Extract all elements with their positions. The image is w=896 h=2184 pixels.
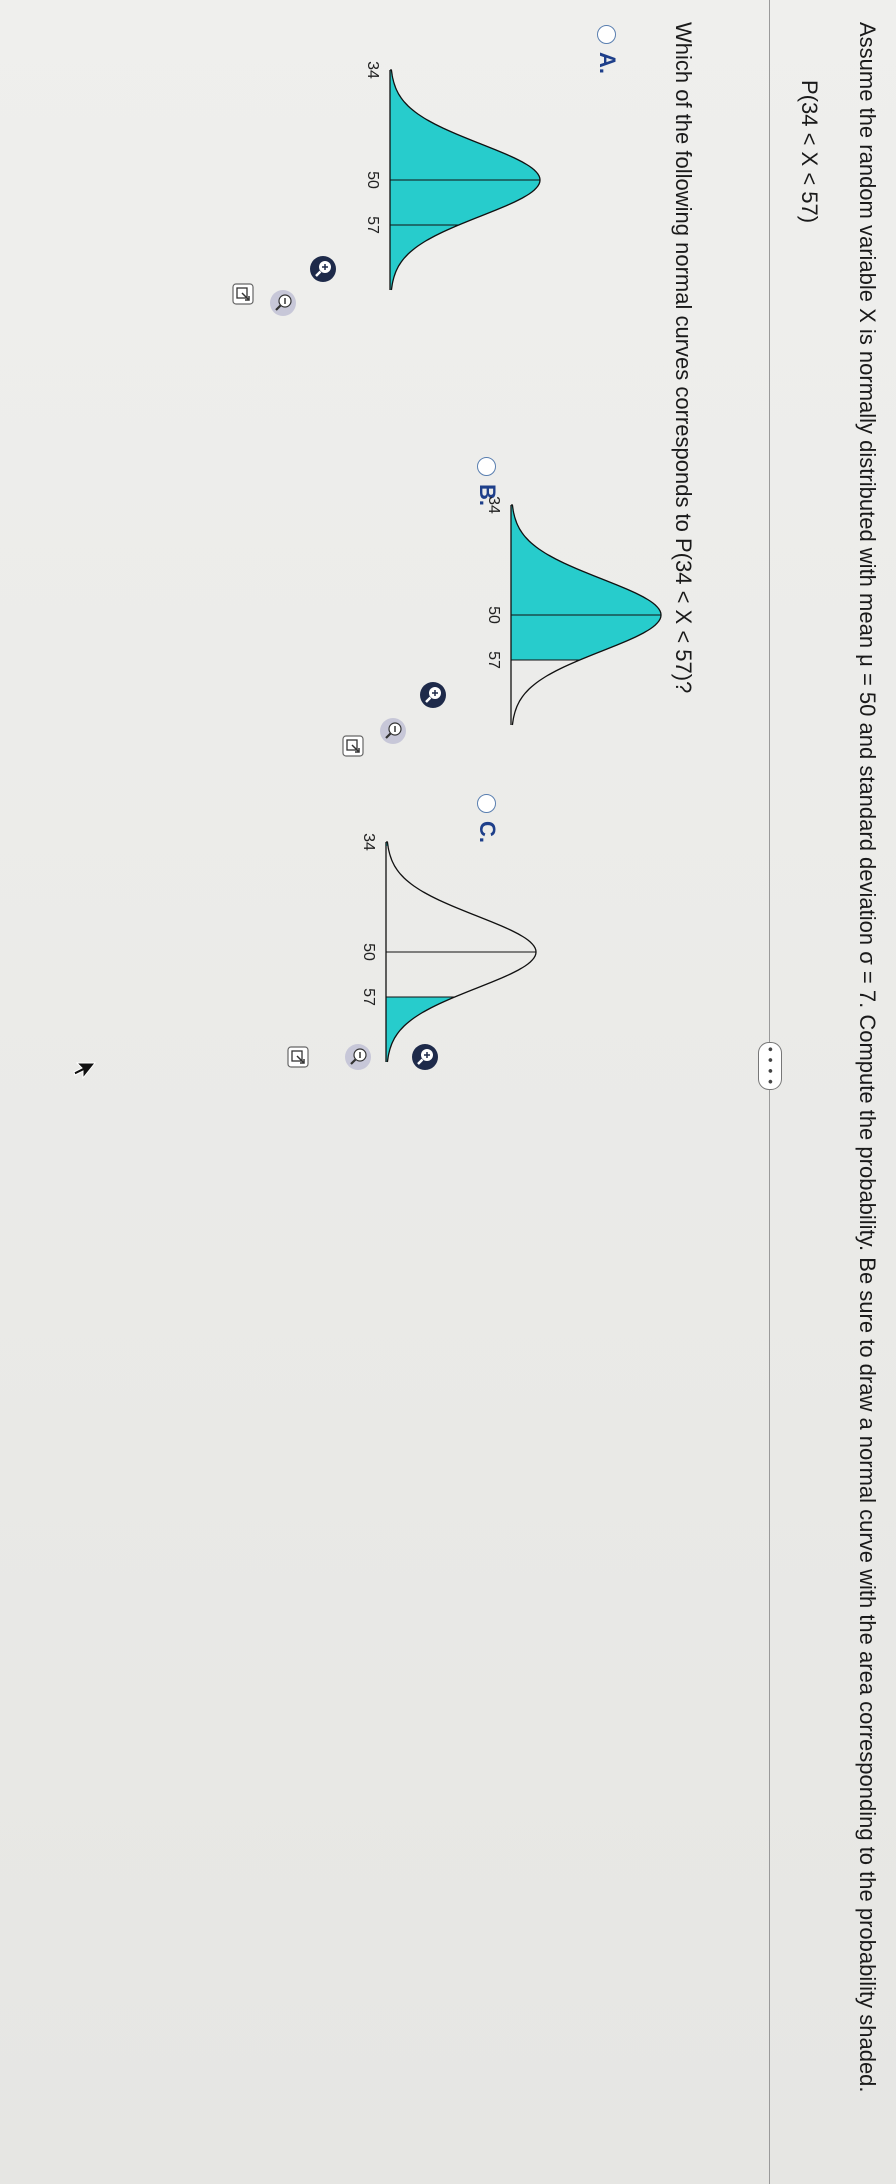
- zoom-out-icon: [270, 290, 296, 316]
- normal-curve-c: 34 50 57: [360, 833, 537, 1063]
- expand-button-c[interactable]: [285, 1044, 311, 1070]
- expand-icon: [287, 1046, 309, 1068]
- tick-label: 57: [485, 651, 502, 669]
- tick-label: 34: [360, 833, 377, 851]
- zoom-out-icon: [380, 718, 406, 744]
- shaded-region: [511, 505, 661, 660]
- radio-option-c[interactable]: [477, 794, 497, 813]
- zoom-out-button-b[interactable]: [380, 718, 406, 744]
- zoom-out-icon: [345, 1044, 371, 1070]
- question-text: Assume the random variable X is normally…: [855, 22, 880, 2093]
- expand-icon: [342, 735, 364, 757]
- normal-curve-a: 34 50 57: [364, 61, 541, 291]
- divider: [769, 0, 770, 2184]
- zoom-in-button-b[interactable]: [420, 682, 446, 708]
- expand-button-a[interactable]: [230, 281, 256, 307]
- question-panel: Assume the random variable X is normally…: [0, 0, 896, 2184]
- radio-option-a[interactable]: [597, 25, 617, 44]
- tick-label: 57: [364, 216, 381, 234]
- zoom-in-icon: [420, 682, 446, 708]
- zoom-in-button-c[interactable]: [412, 1044, 438, 1070]
- tick-label: 57: [360, 988, 377, 1006]
- zoom-in-icon: [412, 1044, 438, 1070]
- option-a-label: A.: [595, 52, 620, 74]
- probability-expression: P(34 < X < 57): [797, 80, 822, 224]
- zoom-out-button-a[interactable]: [270, 290, 296, 316]
- tick-label: 34: [364, 61, 381, 79]
- zoom-in-icon: [310, 256, 336, 282]
- tick-label: 50: [485, 606, 502, 624]
- normal-curve-b: 34 50 57: [485, 496, 662, 726]
- expand-button-b[interactable]: [340, 733, 366, 759]
- zoom-out-button-c[interactable]: [345, 1044, 371, 1070]
- tick-label: 50: [364, 171, 381, 189]
- expand-icon: [232, 283, 254, 305]
- more-button[interactable]: • • • •: [758, 1042, 782, 1090]
- zoom-in-button-a[interactable]: [310, 256, 336, 282]
- tick-label: 34: [485, 496, 502, 514]
- option-a[interactable]: A.: [594, 25, 620, 74]
- tick-label: 50: [360, 943, 377, 961]
- radio-option-b[interactable]: [477, 457, 497, 476]
- mouse-cursor-icon: [73, 1062, 96, 1080]
